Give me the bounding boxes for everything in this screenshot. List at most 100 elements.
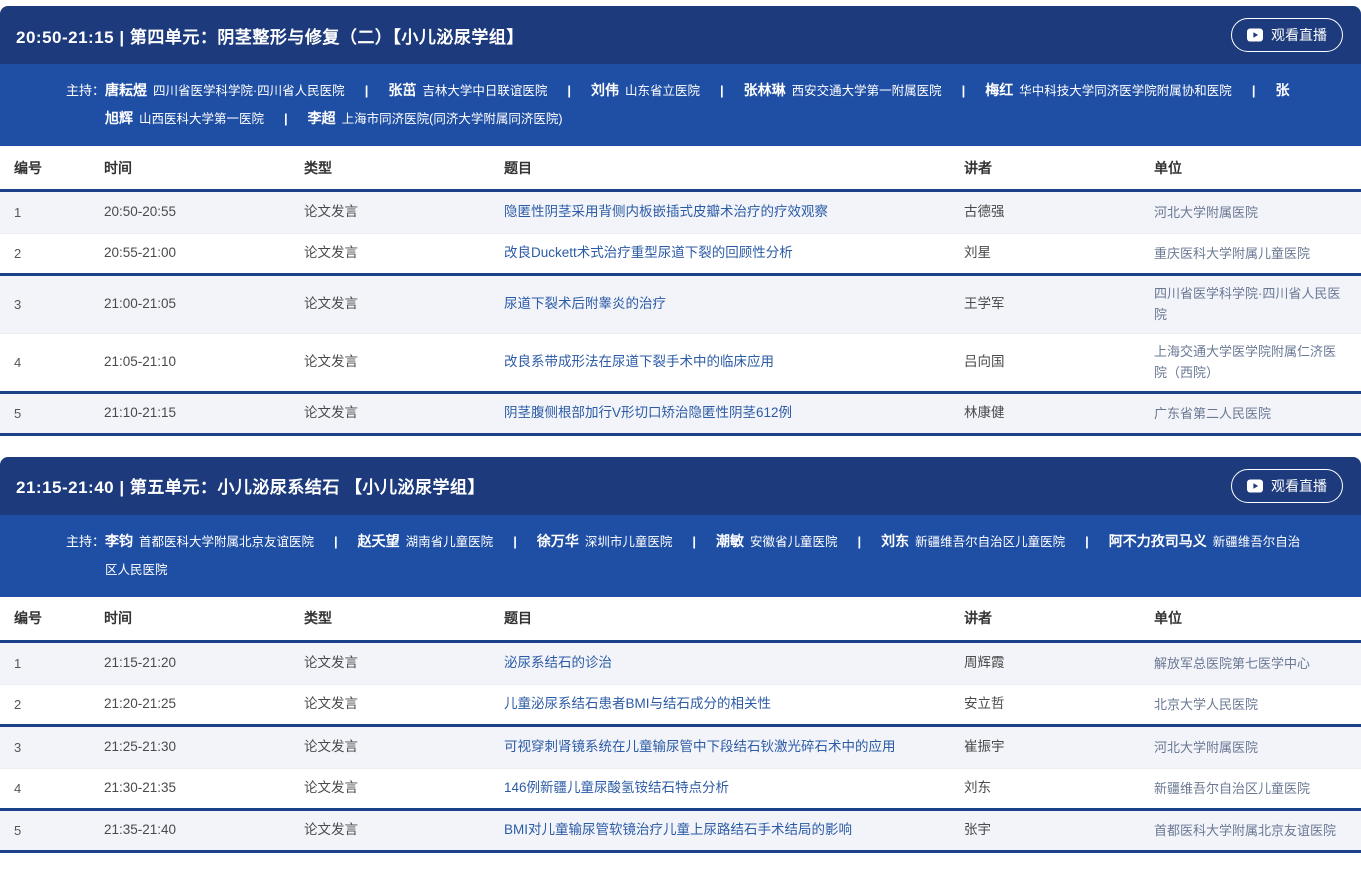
- cell-org: 重庆医科大学附属儿童医院: [1140, 243, 1361, 264]
- session-card: 21:15-21:40 | 第五单元：小儿泌尿系结石 【小儿泌尿学组】 观看直播…: [0, 457, 1361, 853]
- cell-number: 4: [0, 352, 90, 373]
- host-separator: |: [858, 534, 862, 549]
- hosts-list: 李钧首都医科大学附属北京友谊医院|赵夭望湖南省儿童医院|徐万华深圳市儿童医院|潮…: [105, 528, 1301, 584]
- table-row: 521:10-21:15论文发言阴茎腹侧根部加行V形切口矫治隐匿性阴茎612例林…: [0, 394, 1361, 436]
- header-col-speaker: 讲者: [950, 608, 1140, 628]
- table-row: 221:20-21:25论文发言儿童泌尿系结石患者BMI与结石成分的相关性安立哲…: [0, 685, 1361, 727]
- cell-org: 四川省医学科学院·四川省人民医院: [1140, 283, 1361, 326]
- cell-type: 论文发言: [290, 693, 490, 715]
- hosts-label: 主持：: [66, 528, 105, 555]
- table-row: 220:55-21:00论文发言改良Duckett术式治疗重型尿道下裂的回顾性分…: [0, 234, 1361, 276]
- host-name: 梅红: [985, 82, 1013, 98]
- cell-time: 21:00-21:05: [90, 293, 290, 315]
- cell-title[interactable]: BMI对儿童输尿管软镜治疗儿童上尿路结石手术结局的影响: [490, 819, 950, 841]
- table-row: 120:50-20:55论文发言隐匿性阴茎采用背侧内板嵌插式皮瓣术治疗的疗效观察…: [0, 192, 1361, 234]
- cell-title[interactable]: 改良Duckett术式治疗重型尿道下裂的回顾性分析: [490, 242, 950, 264]
- host-separator: |: [567, 83, 571, 98]
- cell-title[interactable]: 泌尿系结石的诊治: [490, 652, 950, 674]
- host-org: 山西医科大学第一医院: [139, 112, 264, 126]
- cell-type: 论文发言: [290, 736, 490, 758]
- cell-type: 论文发言: [290, 293, 490, 315]
- cell-title[interactable]: 阴茎腹侧根部加行V形切口矫治隐匿性阴茎612例: [490, 402, 950, 424]
- live-video-icon: [1247, 28, 1264, 42]
- cell-title[interactable]: 146例新疆儿童尿酸氢铵结石特点分析: [490, 777, 950, 799]
- header-col-title: 题目: [490, 608, 950, 628]
- watch-live-button[interactable]: 观看直播: [1231, 469, 1343, 503]
- host-org: 四川省医学科学院·四川省人民医院: [153, 84, 345, 98]
- cell-time: 21:35-21:40: [90, 819, 290, 841]
- cell-title[interactable]: 儿童泌尿系结石患者BMI与结石成分的相关性: [490, 693, 950, 715]
- header-col-org: 单位: [1140, 158, 1361, 178]
- table-row: 121:15-21:20论文发言泌尿系结石的诊治周辉霞解放军总医院第七医学中心: [0, 643, 1361, 685]
- session-title: 20:50-21:15 | 第四单元：阴茎整形与修复（二）【小儿泌尿学组】: [16, 23, 524, 48]
- host-name: 赵夭望: [358, 533, 400, 549]
- cell-time: 21:10-21:15: [90, 402, 290, 424]
- host-separator: |: [692, 534, 696, 549]
- table-row: 421:30-21:35论文发言146例新疆儿童尿酸氢铵结石特点分析刘东新疆维吾…: [0, 769, 1361, 811]
- cell-title[interactable]: 隐匿性阴茎采用背侧内板嵌插式皮瓣术治疗的疗效观察: [490, 201, 950, 223]
- host-separator: |: [284, 111, 288, 126]
- host-separator: |: [962, 83, 966, 98]
- session-card: 20:50-21:15 | 第四单元：阴茎整形与修复（二）【小儿泌尿学组】 观看…: [0, 6, 1361, 436]
- header-col-title: 题目: [490, 158, 950, 178]
- cell-number: 5: [0, 820, 90, 841]
- cell-number: 4: [0, 778, 90, 799]
- host-name: 唐耘煜: [105, 82, 147, 98]
- hosts-bar: 主持： 李钧首都医科大学附属北京友谊医院|赵夭望湖南省儿童医院|徐万华深圳市儿童…: [0, 515, 1361, 597]
- cell-title[interactable]: 可视穿刺肾镜系统在儿童输尿管中下段结石钬激光碎石术中的应用: [490, 736, 950, 758]
- cell-type: 论文发言: [290, 201, 490, 223]
- host-separator: |: [1252, 83, 1256, 98]
- hosts-label: 主持：: [66, 77, 105, 104]
- cell-type: 论文发言: [290, 402, 490, 424]
- cell-type: 论文发言: [290, 242, 490, 264]
- host-org: 华中科技大学同济医学院附属协和医院: [1019, 84, 1232, 98]
- cell-time: 21:30-21:35: [90, 777, 290, 799]
- conference-program-page: 20:50-21:15 | 第四单元：阴茎整形与修复（二）【小儿泌尿学组】 观看…: [0, 0, 1361, 853]
- header-col-speaker: 讲者: [950, 158, 1140, 178]
- cell-title[interactable]: 改良系带成形法在尿道下裂手术中的临床应用: [490, 351, 950, 373]
- cell-number: 3: [0, 294, 90, 315]
- host-name: 徐万华: [537, 533, 579, 549]
- hosts-bar: 主持： 唐耘煜四川省医学科学院·四川省人民医院|张茁吉林大学中日联谊医院|刘伟山…: [0, 64, 1361, 146]
- cell-number: 2: [0, 243, 90, 264]
- host-name: 张林琳: [744, 82, 786, 98]
- host-name: 刘伟: [591, 82, 619, 98]
- header-col-org: 单位: [1140, 608, 1361, 628]
- cell-time: 21:15-21:20: [90, 652, 290, 674]
- watch-live-label: 观看直播: [1271, 25, 1327, 45]
- cell-time: 21:25-21:30: [90, 736, 290, 758]
- session-title-bar: 21:15-21:40 | 第五单元：小儿泌尿系结石 【小儿泌尿学组】 观看直播: [0, 457, 1361, 515]
- live-video-icon: [1247, 479, 1264, 493]
- cell-number: 5: [0, 403, 90, 424]
- cell-time: 21:05-21:10: [90, 351, 290, 373]
- host-separator: |: [720, 83, 724, 98]
- host-name: 阿不力孜司马义: [1109, 533, 1207, 549]
- watch-live-label: 观看直播: [1271, 476, 1327, 496]
- host-org: 首都医科大学附属北京友谊医院: [139, 535, 314, 549]
- cell-speaker: 林康健: [950, 402, 1140, 424]
- cell-speaker: 周辉霞: [950, 652, 1140, 674]
- host-separator: |: [365, 83, 369, 98]
- cell-number: 1: [0, 202, 90, 223]
- host-name: 刘东: [881, 533, 909, 549]
- table-body: 121:15-21:20论文发言泌尿系结石的诊治周辉霞解放军总医院第七医学中心2…: [0, 643, 1361, 853]
- cell-type: 论文发言: [290, 819, 490, 841]
- host-name: 张茁: [388, 82, 416, 98]
- cell-title[interactable]: 尿道下裂术后附睾炎的治疗: [490, 293, 950, 315]
- cell-org: 广东省第二人民医院: [1140, 403, 1361, 424]
- host-separator: |: [1085, 534, 1089, 549]
- host-org: 上海市同济医院(同济大学附属同济医院): [342, 112, 563, 126]
- cell-speaker: 安立哲: [950, 693, 1140, 715]
- cell-org: 解放军总医院第七医学中心: [1140, 653, 1361, 674]
- cell-type: 论文发言: [290, 351, 490, 373]
- cell-org: 首都医科大学附属北京友谊医院: [1140, 820, 1361, 841]
- host-separator: |: [513, 534, 517, 549]
- watch-live-button[interactable]: 观看直播: [1231, 18, 1343, 52]
- sessions-container: 20:50-21:15 | 第四单元：阴茎整形与修复（二）【小儿泌尿学组】 观看…: [0, 6, 1361, 853]
- cell-speaker: 崔振宇: [950, 736, 1140, 758]
- table-header-row: 编号时间类型题目讲者单位: [0, 146, 1361, 192]
- cell-type: 论文发言: [290, 652, 490, 674]
- cell-time: 20:55-21:00: [90, 242, 290, 264]
- table-row: 421:05-21:10论文发言改良系带成形法在尿道下裂手术中的临床应用吕向国上…: [0, 334, 1361, 394]
- session-title-bar: 20:50-21:15 | 第四单元：阴茎整形与修复（二）【小儿泌尿学组】 观看…: [0, 6, 1361, 64]
